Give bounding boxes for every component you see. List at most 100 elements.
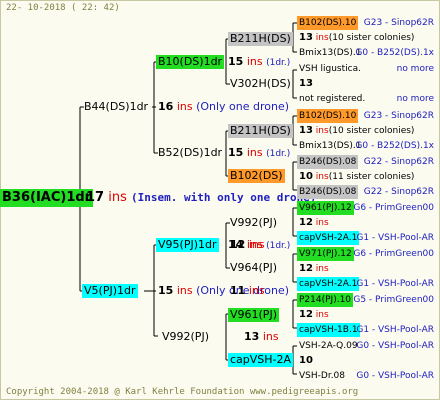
gen3-queen-b211h-a[interactable]: B211H(DS) [228, 32, 293, 46]
report-date: 22- 10-2018 ( 22: 42) [6, 3, 120, 13]
gen4-drone-origin: G22 - Sinop62R [363, 187, 434, 197]
gen1-v5-ins-number: 15 [158, 284, 174, 297]
gen3-v992-insemination: 12 ins [230, 238, 265, 252]
gen4-parent-queen[interactable]: P214(PJ).10 [297, 293, 354, 307]
gen4-insemination: 12 ins [299, 216, 329, 230]
gen2-v95-ins-note: (1dr.) [266, 241, 291, 251]
gen4-parent-origin: G0 - VSH-Pool-AR [356, 341, 434, 351]
gen3-v992-ins-number: 12 [230, 238, 246, 251]
gen4-ins-number: 13 [299, 78, 313, 89]
gen1-b44-ins-note: (Only one drone) [196, 100, 290, 113]
gen4-parent-origin: G6 - PrimGreen00 [353, 203, 434, 213]
gen4-sister-colonies: (11 sister colonies) [328, 172, 415, 182]
gen4-parent-queen[interactable]: B246(DS).08 [297, 155, 359, 169]
gen4-parent-queen[interactable]: VSH ligustica. [297, 62, 363, 76]
copyright-footer: Copyright 2004-2018 @ Karl Kehrle Founda… [6, 387, 359, 397]
gen4-parent-queen[interactable]: VSH-2A-Q.09 [297, 339, 360, 353]
gen4-drone-source[interactable]: capVSH-2A.1 [297, 231, 360, 245]
gen2-b52-insemination: 15 ins (1dr.) [228, 146, 290, 161]
gen3-queen-v964[interactable]: V964(PJ) [228, 261, 279, 275]
gen4-drone-origin: no more [396, 94, 434, 104]
gen4-drone-origin: G1 - VSH-Pool-AR [356, 233, 434, 243]
gen1-b44-ins-number: 16 [158, 100, 174, 113]
gen4-insemination: 13 [299, 77, 313, 91]
gen4-parent-origin: G23 - Sinop62R [363, 18, 434, 28]
gen4-drone-origin: G1 - VSH-Pool-AR [356, 279, 434, 289]
gen2-b52-ins-note: (1dr.) [266, 149, 291, 159]
root-ins-word: ins [108, 190, 127, 205]
gen4-parent-queen[interactable]: B102(DS).10 [297, 109, 359, 123]
gen3-queen-v961[interactable]: V961(PJ) [228, 308, 279, 322]
gen4-ins-number: 13 [299, 125, 313, 136]
gen4-ins-word: ins [315, 172, 329, 182]
gen4-drone-source[interactable]: not registered. [297, 92, 367, 106]
gen4-insemination: 12 ins [299, 308, 329, 322]
gen4-ins-word: ins [315, 218, 329, 228]
root-ins-note: (Insem. with only one drone) [131, 191, 317, 204]
gen3-queen-capvsh[interactable]: capVSH-2A [228, 353, 294, 367]
gen4-insemination: 12 ins [299, 262, 329, 276]
gen4-parent-queen[interactable]: B102(DS).10 [297, 16, 359, 30]
gen1-v5-insemination: 15 ins (Only one drone) [158, 284, 289, 298]
gen2-queen-b52[interactable]: B52(DS)1dr [156, 146, 224, 160]
gen4-insemination: 10 ins(11 sister colonies) [299, 170, 414, 184]
gen4-sister-colonies: (10 sister colonies) [328, 33, 415, 43]
gen4-drone-origin: G0 - VSH-Pool-AR [356, 371, 434, 381]
gen4-ins-number: 10 [299, 355, 313, 366]
gen4-parent-origin: G6 - PrimGreen00 [353, 249, 434, 259]
gen2-b10-ins-note: (1dr.) [266, 58, 291, 68]
gen3-queen-b211h-b[interactable]: B211H(DS) [228, 124, 293, 138]
gen4-drone-source[interactable]: B246(DS).08 [297, 185, 359, 199]
gen4-drone-source[interactable]: capVSH-2A.1 [297, 277, 360, 291]
gen3-queen-v992[interactable]: V992(PJ) [228, 216, 279, 230]
gen3-v964-ins-number: 11 [230, 284, 246, 297]
gen3-queen-b102[interactable]: B102(DS) [228, 169, 285, 183]
gen2-v992-ins-number: 13 [244, 330, 260, 343]
root-queen[interactable]: B36(IAC)1dr [0, 189, 94, 207]
gen2-b10-ins-word: ins [246, 55, 263, 68]
gen4-drone-source[interactable]: VSH-Dr.08 [297, 369, 347, 383]
gen4-ins-number: 13 [299, 32, 313, 43]
gen2-queen-b10[interactable]: B10(DS)1dr [156, 55, 225, 69]
gen1-b44-ins-word: ins [176, 100, 193, 113]
gen4-parent-origin: G5 - PrimGreen00 [353, 295, 434, 305]
gen4-drone-origin: G1 - VSH-Pool-AR [356, 325, 434, 335]
gen4-insemination: 10 [299, 354, 313, 368]
gen4-ins-word: ins [315, 310, 329, 320]
gen2-v992-ins-word: ins [262, 330, 279, 343]
gen4-drone-source[interactable]: Bmix13(DS).1 [297, 46, 363, 60]
gen2-b10-ins-number: 15 [228, 55, 244, 68]
gen4-ins-number: 10 [299, 171, 313, 182]
gen4-ins-word: ins [315, 33, 329, 43]
gen2-b52-ins-number: 15 [228, 146, 244, 159]
gen4-drone-origin: G0 - B252(DS).1x [355, 141, 434, 151]
gen3-v964-insemination: 11 ins [230, 284, 265, 298]
gen4-sister-colonies: (10 sister colonies) [328, 126, 415, 136]
gen1-b44-insemination: 16 ins (Only one drone) [158, 100, 289, 114]
gen3-v964-ins-word: ins [248, 284, 265, 297]
gen4-drone-origin: G0 - B252(DS).1x [355, 48, 434, 58]
gen1-queen-b44[interactable]: B44(DS)1dr [82, 100, 150, 114]
gen4-parent-origin: G23 - Sinop62R [363, 111, 434, 121]
gen3-queen-v302h[interactable]: V302H(DS) [228, 77, 293, 91]
gen2-queen-v992[interactable]: V992(PJ) [160, 330, 211, 344]
gen4-drone-source[interactable]: Bmix13(DS).1 [297, 139, 363, 153]
gen4-parent-queen[interactable]: V971(PJ).12 [297, 247, 354, 261]
gen2-b52-ins-word: ins [246, 146, 263, 159]
gen4-insemination: 13 ins(10 sister colonies) [299, 124, 414, 138]
gen2-v992-insemination: 13 ins [244, 330, 279, 344]
gen4-parent-queen[interactable]: V961(PJ).12 [297, 201, 354, 215]
gen4-insemination: 13 ins(10 sister colonies) [299, 31, 414, 45]
gen1-queen-v5[interactable]: V5(PJ)1dr [82, 284, 138, 298]
gen4-ins-word: ins [315, 126, 329, 136]
gen4-ins-number: 12 [299, 217, 313, 228]
gen3-v992-ins-word: ins [248, 238, 265, 251]
gen2-queen-v95[interactable]: V95(PJ)1dr [156, 238, 219, 252]
gen4-ins-number: 12 [299, 309, 313, 320]
gen4-parent-origin: G22 - Sinop62R [363, 157, 434, 167]
gen4-drone-source[interactable]: capVSH-1B.1 [297, 323, 360, 337]
gen1-v5-ins-word: ins [176, 284, 193, 297]
root-ins-number: 17 [86, 190, 105, 205]
gen4-parent-origin: no more [396, 64, 434, 74]
gen4-ins-word: ins [315, 264, 329, 274]
